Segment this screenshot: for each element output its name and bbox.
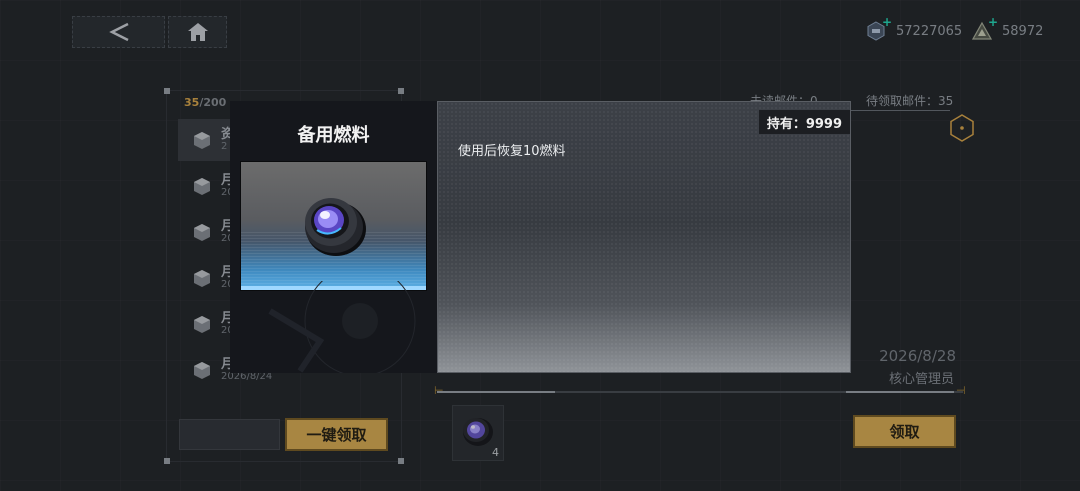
item-title: 备用燃料	[297, 125, 370, 146]
item-popup-right: 持有：9999 使用后恢复10燃料	[437, 101, 851, 373]
owned-badge: 持有：9999	[758, 110, 850, 134]
item-popup-left: 备用燃料	[230, 101, 437, 373]
item-description: 使用后恢复10燃料	[458, 144, 566, 159]
item-image-frame	[240, 161, 427, 291]
fuel-lens-icon	[305, 198, 366, 256]
decorative-pattern	[268, 281, 416, 373]
